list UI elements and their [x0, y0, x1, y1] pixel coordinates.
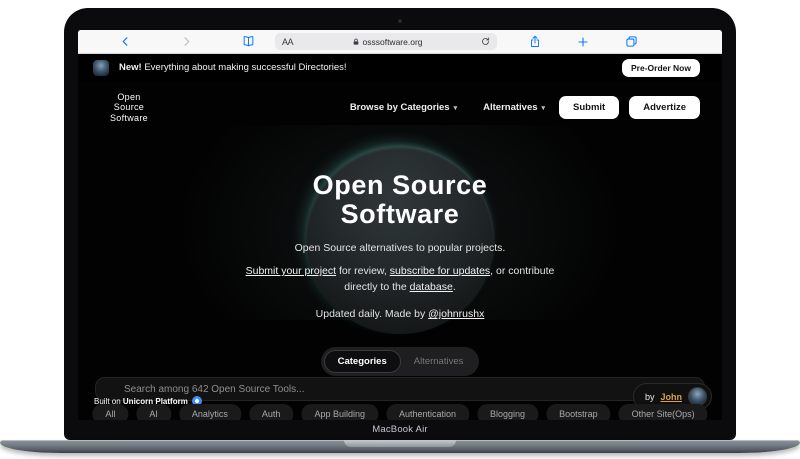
lock-icon [352, 38, 360, 46]
page-title: Open Source Software [312, 170, 488, 229]
category-pill[interactable]: AI [136, 404, 171, 420]
nav-item-alternatives[interactable]: Alternatives ▾ [483, 102, 545, 113]
webpage: New! Everything about making successful … [78, 54, 722, 420]
database-link[interactable]: database [410, 281, 453, 293]
share-icon[interactable] [529, 35, 541, 48]
nav-item-browse-categories[interactable]: Browse by Categories ▾ [350, 102, 457, 113]
updated-line: Updated daily. Made by @johnrushx [315, 308, 485, 320]
hero-cta-line: Submit your project for review, subscrib… [245, 265, 555, 293]
preorder-button[interactable]: Pre-Order Now [622, 58, 700, 77]
banner-avatar [93, 59, 109, 76]
tabs-overview-icon[interactable] [625, 35, 638, 48]
bookmarks-icon[interactable] [242, 35, 255, 48]
logo-line: Software [110, 112, 148, 123]
address-bar[interactable]: AA osssoftware.org [275, 33, 497, 50]
browser-window: AA osssoftware.org New! Everything about… [78, 30, 722, 420]
banner-badge: New! [119, 62, 142, 73]
tab-alternatives[interactable]: Alternatives [401, 351, 477, 372]
banner-text: New! Everything about making successful … [119, 62, 347, 73]
category-pill[interactable]: All [92, 404, 129, 420]
hero-tagline: Open Source alternatives to popular proj… [294, 242, 506, 254]
new-tab-icon[interactable] [577, 36, 589, 48]
view-tabs: Categories Alternatives [78, 347, 722, 376]
tab-categories[interactable]: Categories [323, 350, 401, 373]
macbook-mockup: AA osssoftware.org New! Everything about… [0, 0, 800, 459]
john-link[interactable]: John [661, 392, 683, 402]
announcement-banner: New! Everything about making successful … [78, 54, 722, 81]
webcam-dot [398, 19, 402, 23]
category-pill[interactable]: App Building [301, 404, 378, 420]
logo-line: Open [117, 91, 141, 102]
advertize-button[interactable]: Advertize [629, 96, 700, 119]
submit-button[interactable]: Submit [559, 96, 620, 119]
chevron-down-icon: ▾ [453, 104, 458, 112]
url-text: osssoftware.org [362, 36, 423, 47]
chevron-down-icon: ▾ [541, 104, 546, 112]
reader-button[interactable]: AA [282, 37, 294, 47]
macbook-frame: AA osssoftware.org New! Everything about… [64, 8, 736, 440]
reload-button[interactable] [481, 37, 490, 46]
forward-button[interactable] [181, 36, 192, 47]
browser-toolbar: AA osssoftware.org [78, 30, 722, 54]
category-pill[interactable]: Analytics [178, 404, 241, 420]
category-pill[interactable]: Authentication [385, 404, 470, 420]
site-logo[interactable]: Open Source Software [110, 92, 148, 124]
macbook-hinge-notch [344, 440, 456, 447]
hero-section: Open Source Software Open Source alterna… [78, 125, 722, 334]
macbook-base [0, 440, 800, 453]
banner-message: Everything about making successful Direc… [141, 62, 347, 73]
submit-project-link[interactable]: Submit your project [246, 265, 336, 277]
logo-line: Source [113, 102, 145, 113]
subscribe-link[interactable]: subscribe for updates [390, 265, 490, 277]
category-pill[interactable]: Auth [248, 404, 294, 420]
category-pill[interactable]: Other Site(Ops) [618, 404, 708, 420]
category-pill[interactable]: Blogging [477, 404, 539, 420]
macbook-label: MacBook Air [372, 424, 428, 435]
tabs-container: Categories Alternatives [320, 347, 480, 376]
back-button[interactable] [120, 36, 131, 47]
category-pill-row: All AI Analytics Auth App Building Authentica… [92, 404, 708, 420]
site-navbar: Open Source Software Browse by Categorie… [78, 81, 722, 125]
category-pill[interactable]: Bootstrap [546, 404, 611, 420]
johnrushx-link[interactable]: @johnrushx [428, 308, 484, 320]
